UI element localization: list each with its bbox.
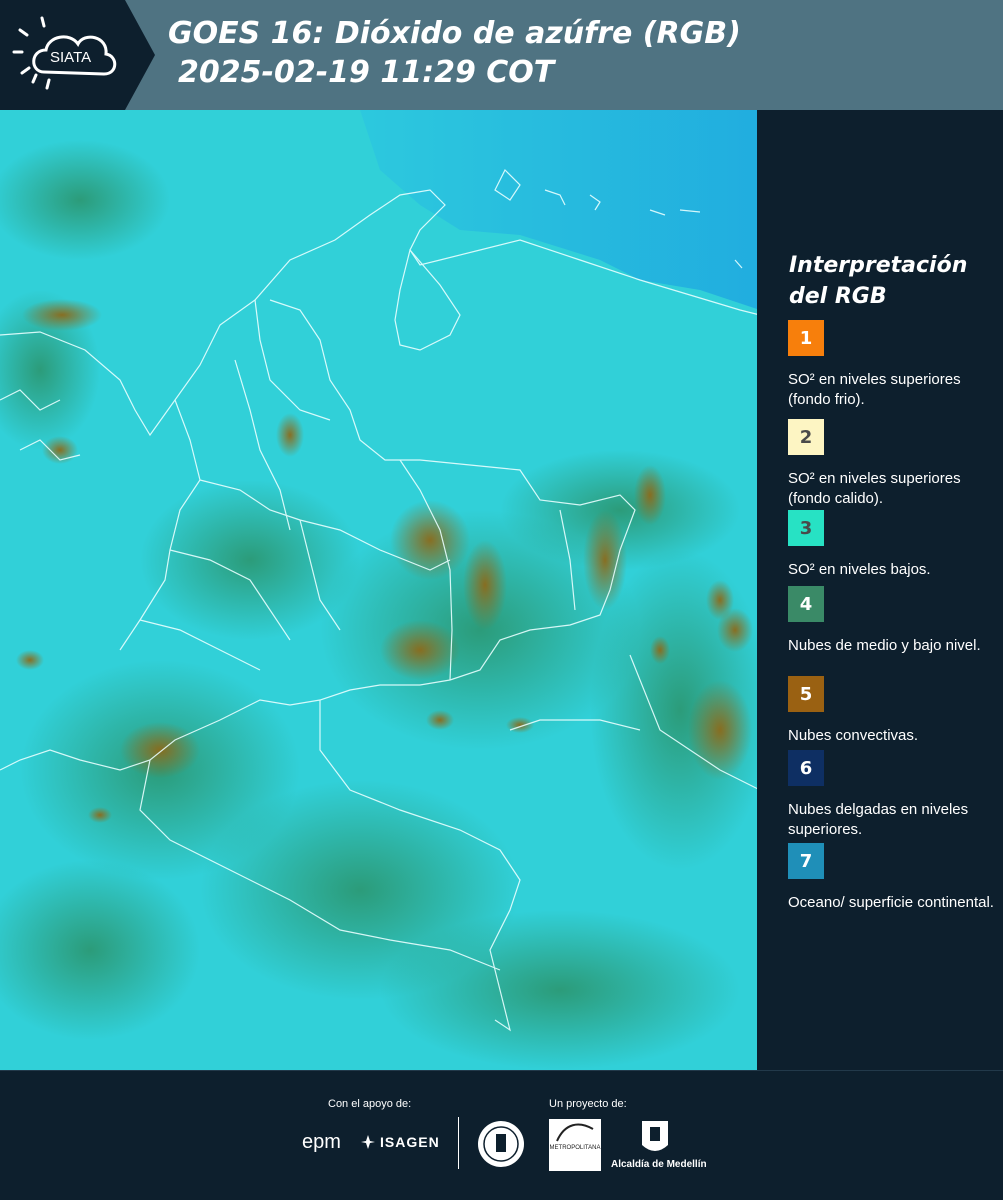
legend-swatch-1: 1: [788, 320, 824, 356]
legend-swatch-3: 3: [788, 510, 824, 546]
legend-title: Interpretación del RGB: [789, 250, 989, 312]
legend-swatch-5: 5: [788, 676, 824, 712]
legend-title-line2: del RGB: [789, 284, 887, 309]
footer: Con el apoyo de: Un proyecto de: epm ISA…: [0, 1070, 1003, 1200]
satellite-map[interactable]: [0, 110, 760, 1070]
legend-swatch-2: 2: [788, 419, 824, 455]
legend-title-line1: Interpretación: [789, 253, 968, 278]
footer-divider: [458, 1117, 459, 1169]
area-metropolitana-text: METROPOLITANA: [549, 1145, 601, 1151]
isagen-icon: [361, 1135, 375, 1149]
epm-logo[interactable]: epm: [302, 1131, 341, 1154]
isagen-logo[interactable]: ISAGEN: [360, 1134, 440, 1150]
legend-label-4: Nubes de medio y bajo nivel.: [788, 637, 981, 654]
support-label: Con el apoyo de:: [328, 1098, 412, 1110]
legend-swatch-6: 6: [788, 750, 824, 786]
legend-label-7: Oceano/ superficie continental.: [788, 894, 994, 911]
legend-label-2: SO² en niveles superiores (fondo calido)…: [788, 470, 961, 507]
siata-logo-graphic: SIATA: [0, 0, 155, 110]
project-label: Un proyecto de:: [549, 1098, 627, 1110]
legend-swatch-7: 7: [788, 843, 824, 879]
alcaldia-shield-logo[interactable]: [640, 1119, 670, 1157]
legend-label-5: Nubes convectivas.: [788, 727, 919, 744]
satellite-image: [0, 110, 760, 1070]
legend-label-3: SO² en niveles bajos.: [788, 561, 931, 578]
legend-item-4: 4 Nubes de medio y bajo nivel.: [788, 586, 998, 656]
header-bar: SIATA GOES 16: Dióxido de azúfre (RGB) 2…: [0, 0, 1003, 110]
legend-item-6: 6 Nubes delgadas en niveles superiores.: [788, 750, 998, 840]
legend-item-1: 1 SO² en niveles superiores (fondo frio)…: [788, 320, 998, 410]
siata-logo[interactable]: SIATA: [0, 0, 155, 110]
page-title: GOES 16: Dióxido de azúfre (RGB): [168, 16, 741, 51]
legend-item-5: 5 Nubes convectivas.: [788, 676, 998, 746]
area-metropolitana-mark: [556, 1123, 594, 1142]
legend-label-6: Nubes delgadas en niveles superiores.: [788, 801, 969, 838]
legend-swatch-4: 4: [788, 586, 824, 622]
legend-panel: Interpretación del RGB 1 SO² en niveles …: [760, 110, 1003, 1070]
legend-label-1: SO² en niveles superiores (fondo frio).: [788, 371, 961, 408]
alcaldia-logo-text: Alcaldía de Medellín: [611, 1159, 707, 1170]
siata-logo-text: SIATA: [50, 49, 91, 66]
legend-item-3: 3 SO² en niveles bajos.: [788, 510, 998, 580]
isagen-logo-text: ISAGEN: [380, 1134, 440, 1150]
medellin-seal-logo[interactable]: [476, 1119, 526, 1169]
timestamp-title: 2025-02-19 11:29 COT: [178, 55, 555, 90]
area-metropolitana-logo[interactable]: METROPOLITANA: [549, 1119, 601, 1171]
legend-item-7: 7 Oceano/ superficie continental.: [788, 843, 998, 913]
legend-item-2: 2 SO² en niveles superiores (fondo calid…: [788, 419, 998, 509]
